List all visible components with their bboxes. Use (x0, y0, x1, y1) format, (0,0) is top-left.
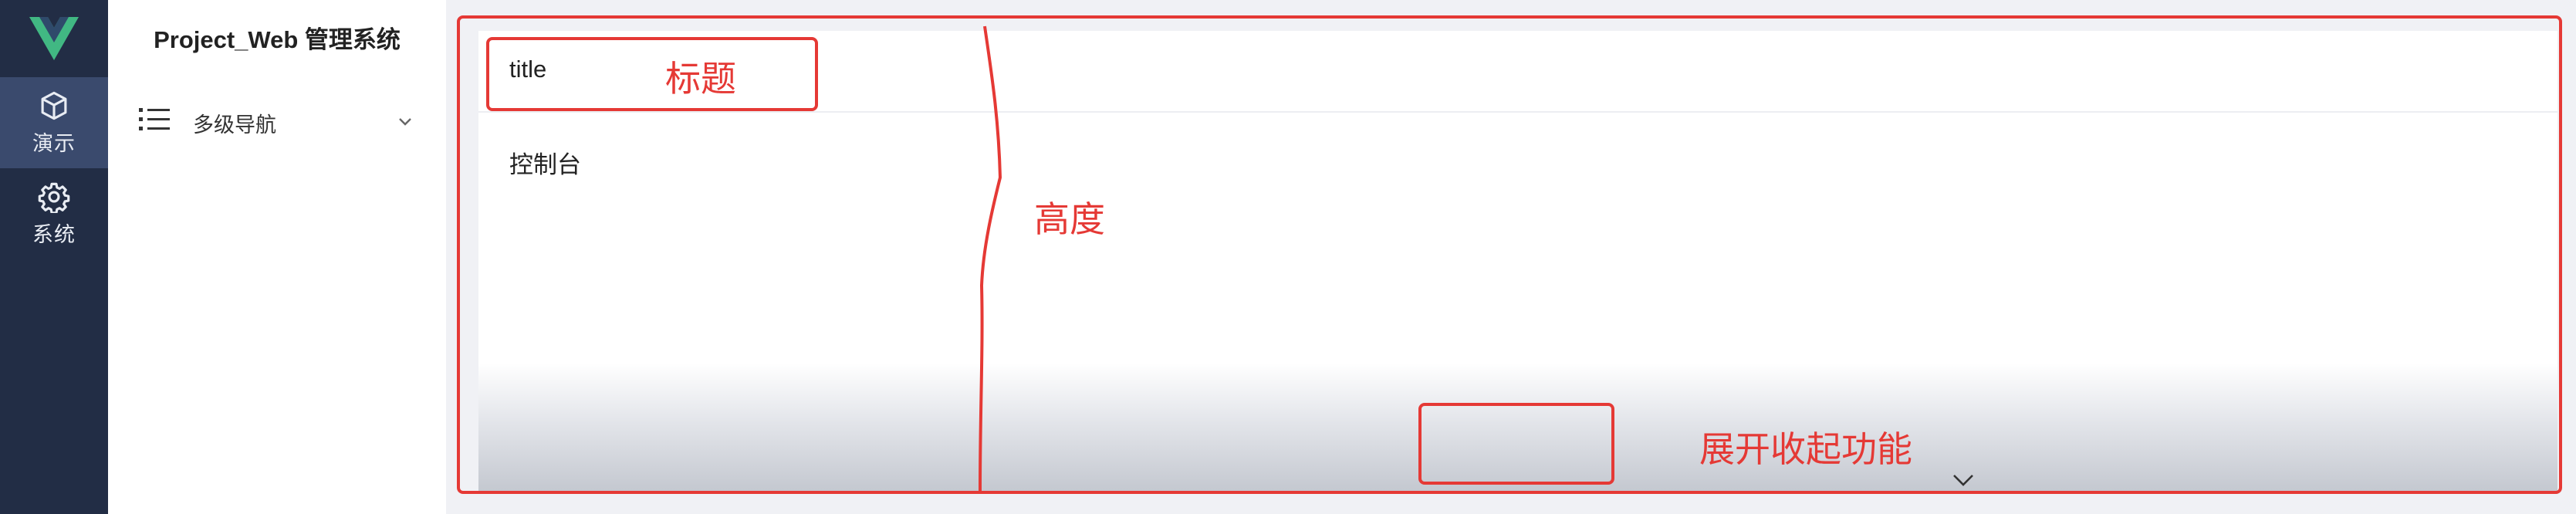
chevron-down-icon (399, 118, 411, 126)
annotation-toggle-label: 展开收起功能 (1699, 429, 1912, 469)
gear-icon (38, 182, 70, 213)
card-body-text: 控制台 (509, 151, 581, 178)
app-title: Project_Web 管理系统 (154, 26, 401, 53)
chevron-down-icon (1953, 475, 1973, 486)
annotation-box-toggle (1418, 403, 1614, 485)
expand-collapse-button[interactable] (1925, 466, 2002, 494)
list-icon (139, 108, 170, 130)
side-menu: Project_Web 管理系统 多级导航 (108, 0, 446, 514)
rail-item-demo[interactable]: 演示 (0, 77, 108, 168)
menu-item-label: 多级导航 (193, 113, 276, 137)
annotation-box-title (486, 37, 818, 111)
rail-item-label: 系统 (32, 222, 76, 246)
rail-item-system[interactable]: 系统 (0, 168, 108, 259)
icon-rail: 演示 系统 (0, 0, 108, 514)
vue-logo[interactable] (29, 17, 79, 60)
annotation-height-line (979, 25, 1002, 492)
annotation-title-label: 标题 (665, 59, 736, 99)
cube-icon (41, 91, 67, 120)
menu-item-multilevel-nav[interactable]: 多级导航 (108, 97, 446, 144)
annotation-height-label: 高度 (1034, 199, 1105, 239)
rail-item-label: 演示 (32, 131, 76, 155)
